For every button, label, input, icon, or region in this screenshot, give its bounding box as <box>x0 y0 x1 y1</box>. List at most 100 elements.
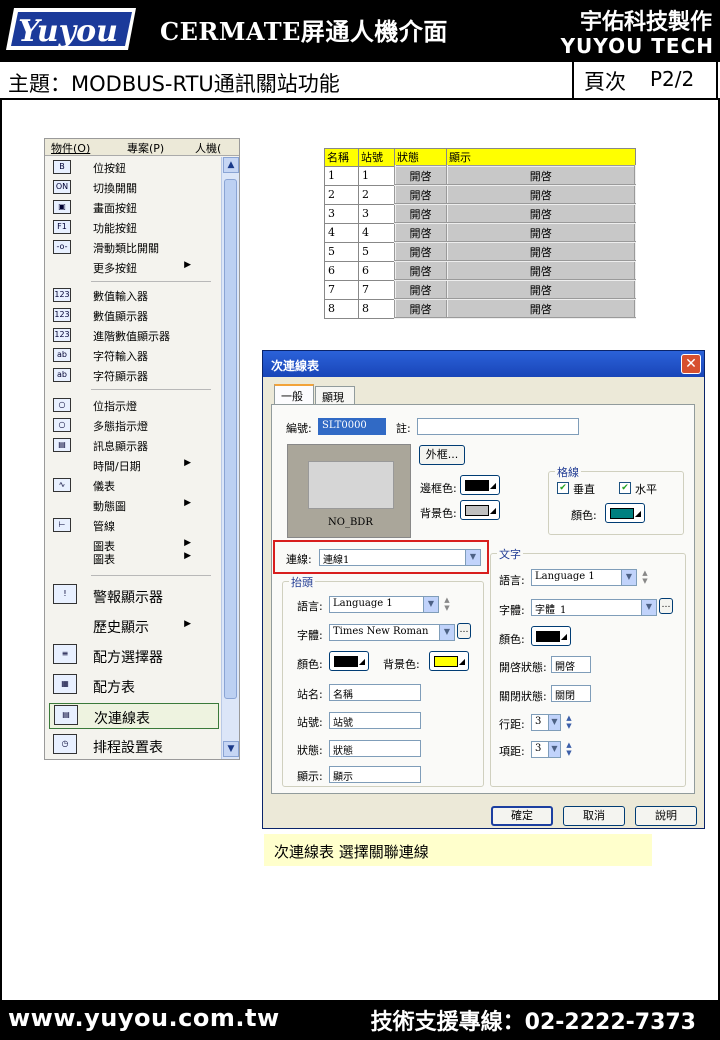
chevron-down-icon[interactable]: ▼ <box>548 715 560 730</box>
grid-vertical-checkbox[interactable]: ✔ <box>557 482 569 494</box>
menu-item[interactable]: ▤ 訊息顯示器 <box>49 437 219 455</box>
chevron-down-icon[interactable]: ▼ <box>548 742 560 757</box>
on-state-field[interactable]: 開啓 <box>551 656 591 673</box>
menu-item[interactable]: ON 切換開關 <box>49 179 219 197</box>
text-group: 文字 語言: Language 1 ▼ ▲ ▼ 字體: 字體_1 ▼ … 顏色: … <box>490 546 686 787</box>
help-button[interactable]: 說明 <box>635 806 697 826</box>
menu-item-icon: ▣ <box>53 200 71 214</box>
menu-item[interactable]: 123 數值輸入器 <box>49 287 219 305</box>
chevron-down-icon[interactable]: ▼ <box>641 600 656 615</box>
text-color-button[interactable]: ◢ <box>531 626 571 646</box>
menu-item[interactable]: ○ 位指示燈 <box>49 397 219 415</box>
menu-item-label: 字符顯示器 <box>93 370 148 383</box>
menu-item-icon: ▤ <box>54 705 78 725</box>
menu-item-icon: ▦ <box>53 674 77 694</box>
menu-item[interactable]: ▦ 配方表 <box>49 673 219 699</box>
menu-item-label: 位指示燈 <box>93 400 137 413</box>
menu-item[interactable]: 123 數值顯示器 <box>49 307 219 325</box>
menu-item[interactable]: ab 字符顯示器 <box>49 367 219 385</box>
menu-item[interactable]: 歷史顯示 ▶ <box>49 613 219 639</box>
subject-bar: 主題：MODBUS-RTU通訊關站功能 頁次 P2/2 <box>0 62 720 100</box>
station-field[interactable]: 站號 <box>329 712 421 729</box>
menu-item[interactable]: F1 功能按鈕 <box>49 219 219 237</box>
row-spacing-spinner[interactable]: ▲ ▼ <box>563 714 575 732</box>
col-spacing-spinner[interactable]: ▲ ▼ <box>563 741 575 759</box>
grid-horizontal-checkbox[interactable]: ✔ <box>619 482 631 494</box>
tab-general[interactable]: 一般 <box>274 384 314 404</box>
menu-item-label: 滑動類比開關 <box>93 242 159 255</box>
menu-hmi[interactable]: 人機( <box>195 140 221 156</box>
menu-item-icon: ∿ <box>53 478 71 492</box>
chevron-down-icon[interactable]: ▼ <box>621 570 636 585</box>
note-field[interactable] <box>417 418 579 435</box>
menu-item[interactable]: -o- 滑動類比開關 <box>49 239 219 257</box>
station-cell: 2 <box>358 184 395 205</box>
frame-button[interactable]: 外框... <box>419 445 465 465</box>
id-label: 編號: <box>286 422 312 435</box>
row-spacing-select[interactable]: 3 ▼ <box>531 714 561 731</box>
grid-color-button[interactable]: ◢ <box>605 503 645 523</box>
menu-item[interactable]: 動態圖 ▶ <box>49 497 219 515</box>
subject-title: 主題：MODBUS-RTU通訊關站功能 <box>8 72 340 96</box>
col-spacing-select[interactable]: 3 ▼ <box>531 741 561 758</box>
header-color-button[interactable]: ◢ <box>329 651 369 671</box>
menu-item[interactable]: ≡ 配方選擇器 <box>49 643 219 669</box>
col-spacing-label: 項距: <box>499 745 525 758</box>
chevron-down-icon[interactable]: ▼ <box>465 550 480 565</box>
menu-item[interactable]: ⊢ 管線 <box>49 517 219 535</box>
menu-object[interactable]: 物件(O) <box>51 140 90 156</box>
bg-color-label: 背景色: <box>420 507 457 520</box>
name-cell: 4 <box>324 222 359 243</box>
id-field[interactable]: SLT0000 <box>318 418 386 435</box>
scroll-down-icon[interactable]: ▼ <box>223 741 239 757</box>
menu-item[interactable]: 123 進階數值顯示器 <box>49 327 219 345</box>
link-select[interactable]: 連線1 ▼ <box>319 549 481 566</box>
text-font-select[interactable]: 字體_1 ▼ <box>531 599 657 616</box>
text-language-select[interactable]: Language 1 ▼ <box>531 569 637 586</box>
header-language-select[interactable]: Language 1 ▼ <box>329 596 439 613</box>
display-field[interactable]: 顯示 <box>329 766 421 783</box>
header-font-more-button[interactable]: … <box>457 623 471 639</box>
menu-scrollbar[interactable]: ▲ ▼ <box>221 157 239 759</box>
chevron-down-icon[interactable]: ▼ <box>439 625 454 640</box>
state-field[interactable]: 狀態 <box>329 740 421 757</box>
ok-button[interactable]: 確定 <box>491 806 553 826</box>
header-bg-button[interactable]: ◢ <box>429 651 469 671</box>
menu-item-label: 警報顯示器 <box>93 590 163 606</box>
cancel-button[interactable]: 取消 <box>563 806 625 826</box>
menu-item[interactable]: ◷ 排程設置表 <box>49 733 219 759</box>
menu-item[interactable]: ! 警報顯示器 <box>49 583 219 609</box>
menu-item-icon: ab <box>53 348 71 362</box>
menu-item[interactable]: ▤ 次連線表 <box>49 703 219 729</box>
bg-color-button[interactable]: ◢ <box>460 500 500 520</box>
col-state-header: 狀態 <box>394 148 447 167</box>
close-icon[interactable]: ✕ <box>681 354 701 374</box>
header-font-select[interactable]: Times New Roman ▼ <box>329 624 455 641</box>
menu-item[interactable]: ○ 多態指示燈 <box>49 417 219 435</box>
menu-item[interactable]: B 位按鈕 <box>49 159 219 177</box>
station-cell: 5 <box>358 241 395 262</box>
menu-item-label: 數值輸入器 <box>93 290 148 303</box>
menu-item[interactable]: ab 字符輸入器 <box>49 347 219 365</box>
name-cell: 8 <box>324 298 359 319</box>
chevron-down-icon[interactable]: ▼ <box>423 597 438 612</box>
menu-item-label: 字符輸入器 <box>93 350 148 363</box>
grid-vertical-label: 垂直 <box>573 483 595 496</box>
menu-item[interactable]: 圖表 ▶ <box>49 550 219 568</box>
preview-swatch <box>308 461 394 509</box>
menu-item[interactable]: 時間/日期 ▶ <box>49 457 219 475</box>
text-font-more-button[interactable]: … <box>659 598 673 614</box>
spin-icon: ▲ ▼ <box>444 596 450 612</box>
name-field[interactable]: 名稱 <box>329 684 421 701</box>
menu-item[interactable]: ∿ 儀表 <box>49 477 219 495</box>
menu-item[interactable]: ▣ 畫面按鈕 <box>49 199 219 217</box>
state-cell: 開啓 <box>393 260 448 281</box>
scroll-up-icon[interactable]: ▲ <box>223 157 239 173</box>
off-state-field[interactable]: 關閉 <box>551 685 591 702</box>
menu-project[interactable]: 專案(P) <box>127 140 164 156</box>
menu-item[interactable]: 更多按鈕 ▶ <box>49 259 219 277</box>
border-color-button[interactable]: ◢ <box>460 475 500 495</box>
scroll-thumb[interactable] <box>224 179 237 699</box>
header-title: CERMATE屏通人機介面 <box>160 17 448 46</box>
tab-visibility[interactable]: 顯現 <box>315 386 355 404</box>
